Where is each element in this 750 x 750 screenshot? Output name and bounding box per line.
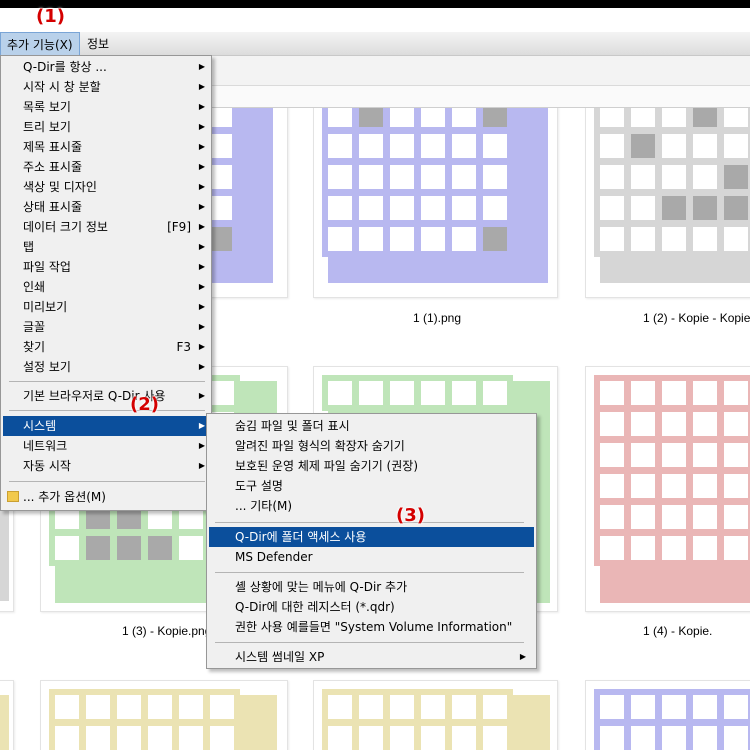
menu-item-always-qdir[interactable]: Q-Dir를 항상 ... ▶ xyxy=(3,57,209,77)
menu-item-folder-access[interactable]: Q-Dir에 폴더 액세스 사용 xyxy=(209,527,534,547)
menu-item-more[interactable]: ... 기타(M) xyxy=(209,496,534,516)
submenu-arrow-icon: ▶ xyxy=(198,182,205,191)
submenu-arrow-icon: ▶ xyxy=(198,62,205,71)
submenu-arrow-icon: ▶ xyxy=(198,262,205,271)
menu-item-ms-defender[interactable]: MS Defender xyxy=(209,547,534,567)
menu-item-status-bar[interactable]: 상태 표시줄 ▶ xyxy=(3,197,209,217)
menu-info[interactable]: 정보 xyxy=(81,32,115,56)
file-name: 1 (3) - Kopie.png xyxy=(122,624,212,638)
menu-item-preview[interactable]: 미리보기 ▶ xyxy=(3,297,209,317)
submenu-arrow-icon: ▶ xyxy=(198,202,205,211)
submenu-arrow-icon: ▶ xyxy=(198,82,205,91)
menu-item-file-ops[interactable]: 파일 작업 ▶ xyxy=(3,257,209,277)
menu-item-font[interactable]: 글꼴 ▶ xyxy=(3,317,209,337)
submenu-arrow-icon: ▶ xyxy=(198,242,205,251)
menu-separator xyxy=(9,381,205,382)
submenu-arrow-icon: ▶ xyxy=(198,362,205,371)
menu-separator xyxy=(215,522,524,523)
window-title-bar xyxy=(0,0,750,8)
menu-item-permissions[interactable]: 권한 사용 예를들면 "System Volume Information" xyxy=(209,617,534,637)
menu-item-tooltips[interactable]: 도구 설명 xyxy=(209,476,534,496)
submenu-arrow-icon: ▶ xyxy=(198,122,205,131)
submenu-arrow-icon: ▶ xyxy=(198,342,205,351)
menu-extras[interactable]: 추가 기능(X) xyxy=(0,32,80,56)
menu-item-tabs[interactable]: 탭 ▶ xyxy=(3,237,209,257)
menu-item-autostart[interactable]: 자동 시작 ▶ xyxy=(3,456,209,476)
menu-item-more-options[interactable]: ... 추가 옵션(M) xyxy=(3,487,209,507)
submenu-arrow-icon: ▶ xyxy=(198,441,205,450)
file-tile[interactable] xyxy=(0,680,14,750)
shortcut-label: [F9] xyxy=(167,220,191,234)
menu-separator xyxy=(9,410,205,411)
menu-separator xyxy=(215,572,524,573)
submenu-arrow-icon: ▶ xyxy=(198,142,205,151)
annotation-1: (1) xyxy=(36,6,65,27)
file-name: 1 (2) - Kopie - Kopie. xyxy=(643,311,750,325)
menu-item-startup-split[interactable]: 시작 시 창 분할 ▶ xyxy=(3,77,209,97)
file-name: 1 (1).png xyxy=(413,311,462,325)
submenu-arrow-icon: ▶ xyxy=(198,322,205,331)
annotation-3: (3) xyxy=(396,505,425,526)
menu-item-title-bar[interactable]: 제목 표시줄 ▶ xyxy=(3,137,209,157)
extras-menu: Q-Dir를 항상 ... ▶ 시작 시 창 분할 ▶ 목록 보기 ▶ 트리 보기 ▶ … xyxy=(0,55,212,511)
menu-item-data-size[interactable]: 데이터 크기 정보 [F9] ▶ xyxy=(3,217,209,237)
submenu-arrow-icon: ▶ xyxy=(198,102,205,111)
menu-item-show-hidden[interactable]: 숨김 파일 및 폴더 표시 xyxy=(209,416,534,436)
file-tile[interactable] xyxy=(313,680,558,750)
menu-item-network[interactable]: 네트워크 ▶ xyxy=(3,436,209,456)
menu-item-register-qdr[interactable]: Q-Dir에 대한 레지스터 (*.qdr) xyxy=(209,597,534,617)
submenu-arrow-icon: ▶ xyxy=(198,162,205,171)
folder-icon xyxy=(7,491,19,502)
submenu-arrow-icon: ▶ xyxy=(198,222,205,231)
menu-item-hide-extensions[interactable]: 알려진 파일 형식의 확장자 숨기기 xyxy=(209,436,534,456)
menu-separator xyxy=(9,481,205,482)
annotation-2: (2) xyxy=(130,394,159,415)
menu-item-system[interactable]: 시스템 ▶ xyxy=(3,416,209,436)
submenu-arrow-icon: ▶ xyxy=(198,282,205,291)
submenu-arrow-icon: ▶ xyxy=(198,461,205,470)
menu-item-tree-view[interactable]: 트리 보기 ▶ xyxy=(3,117,209,137)
menu-item-address-bar[interactable]: 주소 표시줄 ▶ xyxy=(3,157,209,177)
system-submenu: 숨김 파일 및 폴더 표시 알려진 파일 형식의 확장자 숨기기 보호된 운영 … xyxy=(206,413,537,669)
submenu-arrow-icon: ▶ xyxy=(519,652,526,661)
file-tile[interactable] xyxy=(585,108,750,298)
file-name: 1 (4) - Kopie. xyxy=(643,624,713,638)
file-tile[interactable] xyxy=(585,366,750,612)
menu-item-print[interactable]: 인쇄 ▶ xyxy=(3,277,209,297)
menu-item-view-settings[interactable]: 설정 보기 ▶ xyxy=(3,357,209,377)
menu-item-list-view[interactable]: 목록 보기 ▶ xyxy=(3,97,209,117)
submenu-arrow-icon: ▶ xyxy=(198,421,205,430)
menu-item-color-design[interactable]: 색상 및 디자인 ▶ xyxy=(3,177,209,197)
shortcut-label: F3 xyxy=(176,340,191,354)
file-tile[interactable] xyxy=(40,680,288,750)
menu-item-default-browser[interactable]: 기본 브라우저로 Q-Dir 사용 ▶ xyxy=(3,386,209,406)
file-tile[interactable] xyxy=(585,680,750,750)
menu-item-hide-os-files[interactable]: 보호된 운영 체제 파일 숨기기 (권장) xyxy=(209,456,534,476)
menu-bar: 추가 기능(X) 정보 xyxy=(0,32,750,56)
submenu-arrow-icon: ▶ xyxy=(198,391,205,400)
menu-item-find[interactable]: 찾기 F3 ▶ xyxy=(3,337,209,357)
submenu-arrow-icon: ▶ xyxy=(198,302,205,311)
menu-item-thumbnail-xp[interactable]: 시스템 썸네일 XP ▶ xyxy=(209,647,534,667)
file-tile[interactable] xyxy=(313,108,558,298)
menu-separator xyxy=(215,642,524,643)
menu-item-shell-context[interactable]: 셸 상황에 맞는 메뉴에 Q-Dir 추가 xyxy=(209,577,534,597)
